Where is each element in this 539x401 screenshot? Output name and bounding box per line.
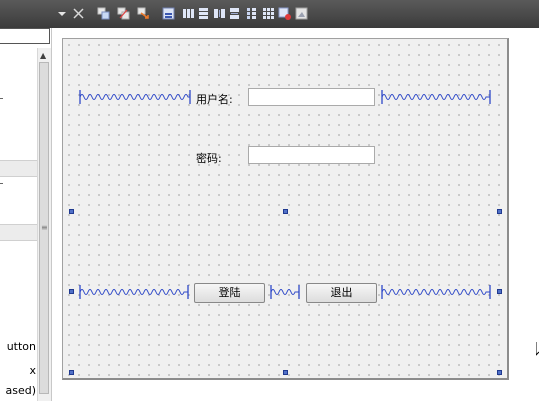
horizontal-spacer[interactable] <box>79 89 191 105</box>
edit-widgets-icon[interactable] <box>97 7 110 20</box>
tree-branch-mark <box>0 98 3 99</box>
horizontal-spacer[interactable] <box>381 89 491 105</box>
layout-handle[interactable] <box>69 289 74 294</box>
layout-form-icon[interactable] <box>245 7 258 20</box>
layout-horizontal-icon[interactable] <box>182 7 195 20</box>
layout-handle[interactable] <box>69 370 74 375</box>
widget-box-panel: utton x ased) ▲ ≡ <box>0 28 52 401</box>
adjust-size-icon[interactable] <box>295 7 308 20</box>
widget-list-item[interactable]: utton <box>0 340 36 353</box>
password-label: 密码: <box>196 152 222 165</box>
form-window[interactable]: 用户名: 密码: 登陆 退出 <box>62 38 509 380</box>
layout-grid-icon[interactable] <box>262 7 275 20</box>
login-button[interactable]: 登陆 <box>194 283 265 303</box>
close-icon[interactable] <box>72 7 85 20</box>
password-field[interactable] <box>248 146 375 164</box>
tree-branch-mark <box>0 183 3 184</box>
panel-scrollbar[interactable]: ▲ ≡ <box>37 48 51 401</box>
layout-handle[interactable] <box>283 370 288 375</box>
layout-handle[interactable] <box>497 370 502 375</box>
widget-list-item[interactable]: x <box>0 364 36 377</box>
layout-horizontal-splitter-icon[interactable] <box>213 7 226 20</box>
horizontal-spacer[interactable] <box>270 284 300 300</box>
horizontal-spacer[interactable] <box>79 284 189 300</box>
layout-handle[interactable] <box>283 209 288 214</box>
break-layout-icon[interactable] <box>278 7 291 20</box>
edit-signals-icon[interactable] <box>117 7 130 20</box>
toolbar-dropdown-icon[interactable] <box>57 7 70 20</box>
widget-group-header[interactable] <box>0 224 37 241</box>
edit-buddies-icon[interactable] <box>137 7 150 20</box>
username-label: 用户名: <box>196 93 233 106</box>
layout-vertical-splitter-icon[interactable] <box>228 7 241 20</box>
scroll-up-icon[interactable]: ▲ <box>40 51 46 60</box>
horizontal-spacer[interactable] <box>381 284 491 300</box>
widget-filter-input[interactable] <box>0 28 50 44</box>
designer-toolbar <box>0 0 539 28</box>
edit-tab-order-icon[interactable] <box>162 7 175 20</box>
username-field[interactable] <box>248 88 375 106</box>
layout-vertical-icon[interactable] <box>197 7 210 20</box>
widget-list-item[interactable]: ased) <box>0 384 36 397</box>
layout-handle[interactable] <box>497 289 502 294</box>
layout-handle[interactable] <box>69 209 74 214</box>
designer-canvas: 用户名: 密码: 登陆 退出 <box>52 28 539 401</box>
widget-group-header[interactable] <box>0 160 37 177</box>
layout-handle[interactable] <box>497 209 502 214</box>
exit-button[interactable]: 退出 <box>306 283 377 303</box>
scroll-thumb[interactable]: ≡ <box>39 62 49 394</box>
grip-icon: ≡ <box>41 223 48 232</box>
